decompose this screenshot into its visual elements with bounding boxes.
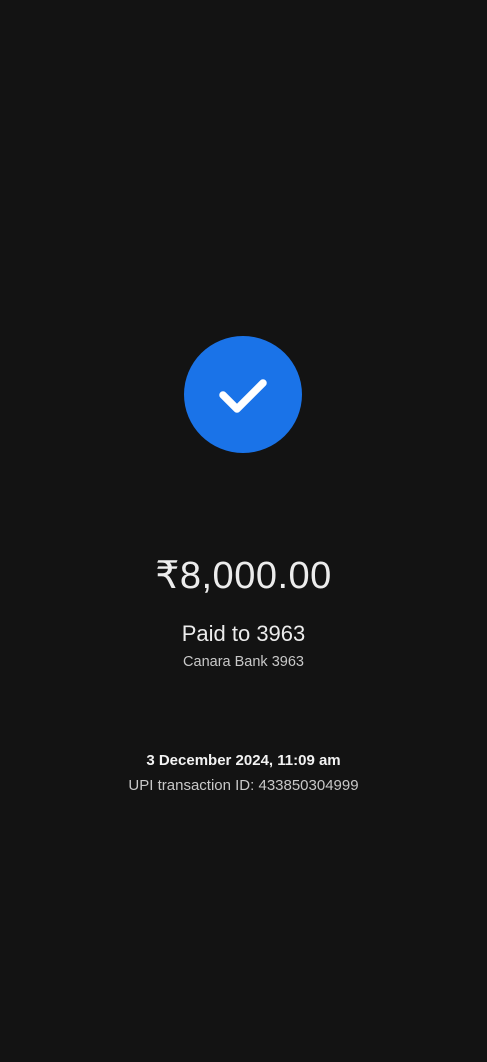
bank-account-label: Canara Bank 3963 <box>183 654 304 670</box>
upi-transaction-id: UPI transaction ID: 433850304999 <box>128 777 359 794</box>
payee-label: Paid to 3963 <box>181 621 306 646</box>
success-badge <box>184 336 302 453</box>
transaction-datetime: 3 December 2024, 11:09 am <box>146 752 341 769</box>
payment-amount: ₹8,000.00 <box>155 555 332 597</box>
check-icon <box>219 378 267 413</box>
payment-success-screen: ₹8,000.00 Paid to 3963 Canara Bank 3963 … <box>0 0 487 1062</box>
